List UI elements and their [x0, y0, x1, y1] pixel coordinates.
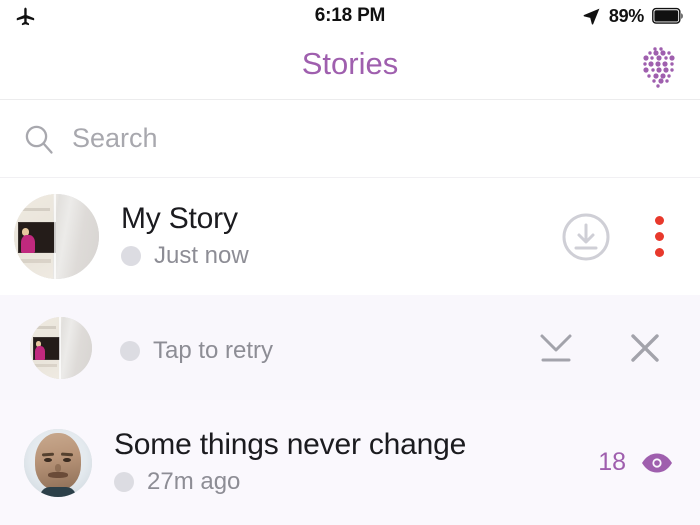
search-input[interactable]: Search [72, 123, 158, 154]
retry-label[interactable]: Tap to retry [153, 337, 273, 365]
status-dot-icon [120, 341, 140, 361]
close-icon[interactable] [620, 324, 670, 372]
search-icon [22, 122, 72, 156]
avatar[interactable] [30, 316, 92, 379]
story-title: My Story [121, 201, 238, 235]
more-options-kebab-icon[interactable] [642, 209, 676, 265]
story-title: Some things never change [114, 427, 467, 461]
man-face-photo [24, 428, 92, 497]
stories-list: My Story Just now Tap to retry Some thin… [0, 178, 700, 525]
status-dot-icon [114, 472, 134, 493]
kebab-dot [654, 232, 664, 241]
status-bar-right: 89% [506, 6, 686, 27]
avatar[interactable] [24, 428, 92, 497]
page-title: Stories [301, 46, 399, 81]
stories-screen: 6:18 PM 89% Stories Search My Story Just… [0, 0, 700, 525]
eye-icon [640, 451, 674, 475]
story-text-block: Tap to retry [120, 330, 528, 365]
avatar[interactable] [14, 194, 99, 279]
status-bar: 6:18 PM 89% [0, 0, 700, 32]
nav-header: Stories [0, 32, 700, 100]
status-bar-left [14, 5, 194, 27]
kebab-dot [654, 248, 664, 257]
view-count-label: 18 [598, 448, 626, 476]
battery-full-icon [652, 7, 686, 25]
kebab-dot [654, 216, 664, 225]
room-monitor-photo [14, 194, 99, 279]
story-timestamp: Just now [154, 242, 249, 270]
download-icon[interactable] [528, 324, 584, 372]
story-actions [558, 209, 700, 265]
battery-percent-label: 89% [608, 5, 644, 26]
story-view-count: 18 [598, 448, 700, 477]
story-timestamp: 27m ago [147, 468, 241, 496]
room-monitor-photo [30, 316, 92, 379]
story-subtitle-row: 27m ago [114, 468, 598, 496]
story-text-block: Some things never change 27m ago [114, 427, 598, 496]
download-circle-icon[interactable] [558, 209, 614, 265]
search-bar[interactable]: Search [0, 100, 700, 178]
story-row-my-story[interactable]: My Story Just now [0, 178, 700, 295]
story-subtitle-row: Just now [121, 242, 558, 270]
story-actions [528, 324, 700, 372]
story-subtitle-row: Tap to retry [120, 337, 528, 365]
airplane-mode-icon [14, 5, 36, 27]
snapcode-dots-icon[interactable] [636, 44, 682, 90]
story-row-failed-snap[interactable]: Tap to retry [0, 295, 700, 400]
story-row-friend-story[interactable]: Some things never change 27m ago 18 [0, 400, 700, 525]
story-text-block: My Story Just now [121, 201, 558, 270]
status-dot-icon [121, 246, 141, 267]
location-arrow-icon [582, 7, 601, 26]
